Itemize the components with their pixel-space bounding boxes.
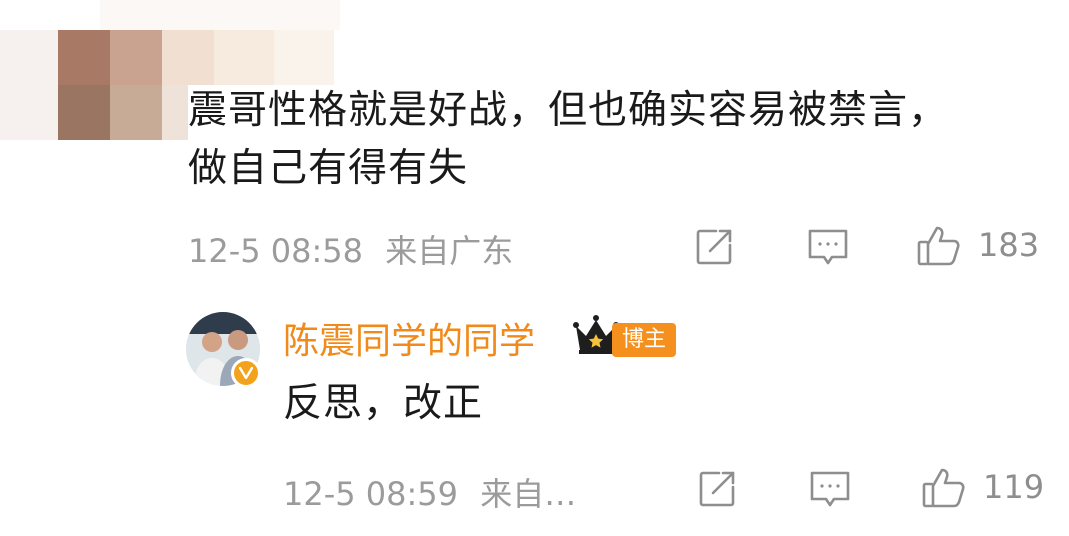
comment-text-line: 震哥性格就是好战，但也确实容易被禁言，	[188, 88, 949, 133]
reply-date: 12-5 08:59	[283, 475, 459, 513]
comment-date: 12-5 08:58	[188, 232, 364, 270]
comment-icon	[810, 471, 850, 507]
reply-meta: 12-5 08:59 来自…	[283, 469, 576, 515]
verified-v-icon	[231, 358, 261, 388]
like-icon	[922, 468, 965, 508]
comment-meta: 12-5 08:58 来自广东	[188, 226, 513, 272]
like-count: 183	[978, 226, 1040, 264]
comment-icon	[808, 229, 848, 265]
like-icon	[917, 226, 960, 266]
comment-button[interactable]	[808, 469, 852, 509]
like-count: 119	[983, 468, 1045, 506]
comment-button[interactable]	[806, 227, 850, 267]
username[interactable]: 陈震同学的同学	[283, 312, 535, 364]
comment-text: 震哥性格就是好战，但也确实容易被禁言， 做自己有得有失	[188, 82, 1048, 198]
reply-text: 反思，改正	[283, 381, 484, 426]
reply-location: 来自…	[480, 475, 577, 513]
like-button[interactable]: 183	[916, 222, 1039, 268]
share-icon	[696, 229, 732, 265]
share-button[interactable]	[694, 227, 734, 267]
like-button[interactable]: 119	[921, 464, 1044, 510]
share-button[interactable]	[697, 469, 737, 509]
share-icon	[699, 471, 735, 507]
comment-text-line: 做自己有得有失	[188, 146, 469, 191]
comment-location: 来自广东	[385, 232, 514, 270]
role-badge: 博主	[612, 323, 677, 357]
